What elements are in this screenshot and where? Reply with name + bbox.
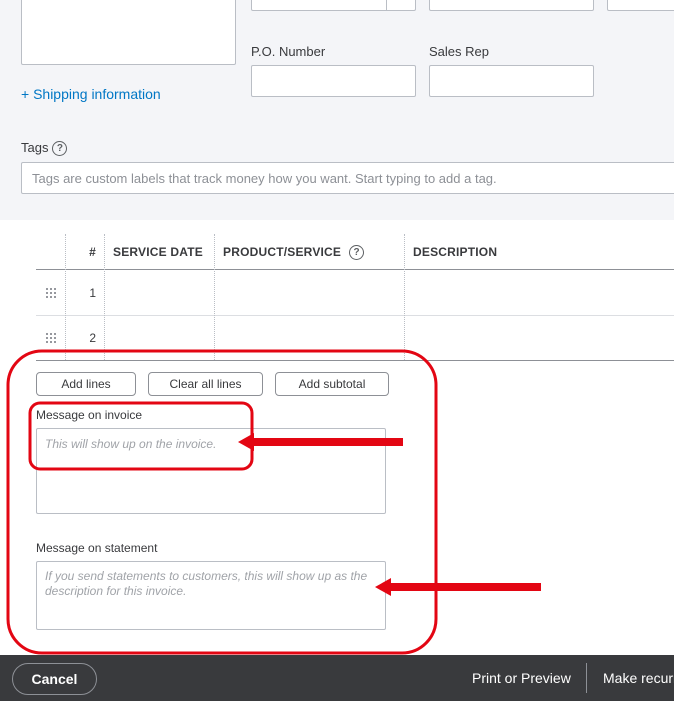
column-header-number: # <box>89 245 96 259</box>
statement-message-placeholder: If you send statements to customers, thi… <box>45 569 368 598</box>
invoice-date-field[interactable] <box>429 0 594 11</box>
annotation-arrow-statement <box>375 578 541 596</box>
invoice-header-section: P.O. Number Sales Rep + Shipping informa… <box>0 0 674 220</box>
message-on-invoice-input[interactable]: This will show up on the invoice. <box>36 428 386 514</box>
tags-label: Tags? <box>21 140 68 157</box>
table-bottom-border <box>36 360 674 361</box>
message-on-statement-label: Message on statement <box>36 541 158 555</box>
billing-address-field[interactable] <box>21 0 236 65</box>
row-divider <box>36 315 674 316</box>
question-circle-icon[interactable]: ? <box>349 245 365 261</box>
footer-divider <box>586 663 587 693</box>
invoice-message-placeholder: This will show up on the invoice. <box>45 437 217 451</box>
message-on-statement-input[interactable]: If you send statements to customers, thi… <box>36 561 386 630</box>
product-service-label: PRODUCT/SERVICE <box>223 245 342 259</box>
row-number: 1 <box>89 286 96 300</box>
sales-rep-label: Sales Rep <box>429 44 489 59</box>
due-date-field[interactable] <box>607 0 674 11</box>
column-header-service-date: SERVICE DATE <box>113 245 203 259</box>
clear-all-lines-button[interactable]: Clear all lines <box>148 372 263 396</box>
po-number-label: P.O. Number <box>251 44 326 59</box>
shipping-information-link[interactable]: + Shipping information <box>21 86 161 102</box>
message-on-invoice-label: Message on invoice <box>36 408 143 422</box>
question-circle-icon[interactable]: ? <box>52 141 68 157</box>
add-subtotal-button[interactable]: Add subtotal <box>275 372 389 396</box>
table-header-divider <box>36 269 674 270</box>
row-number: 2 <box>89 331 96 345</box>
drag-handle-icon[interactable] <box>45 332 56 343</box>
add-lines-button[interactable]: Add lines <box>36 372 136 396</box>
make-recurring-button[interactable]: Make recurring <box>603 655 674 701</box>
column-divider <box>104 234 105 360</box>
tags-label-text: Tags <box>21 140 49 155</box>
column-divider <box>404 234 405 360</box>
column-divider <box>214 234 215 360</box>
column-header-product-service: PRODUCT/SERVICE? <box>223 234 365 270</box>
column-header-description: DESCRIPTION <box>413 245 498 259</box>
cancel-button[interactable]: Cancel <box>12 663 97 695</box>
drag-handle-icon[interactable] <box>45 287 56 298</box>
tags-input[interactable]: Tags are custom labels that track money … <box>21 162 674 194</box>
print-or-preview-button[interactable]: Print or Preview <box>472 655 571 701</box>
sales-rep-input[interactable] <box>429 65 594 97</box>
tags-placeholder: Tags are custom labels that track money … <box>32 171 497 186</box>
po-number-input[interactable] <box>251 65 416 97</box>
terms-field[interactable] <box>251 0 416 11</box>
footer-bar: Cancel Print or Preview Make recurring <box>0 655 674 701</box>
